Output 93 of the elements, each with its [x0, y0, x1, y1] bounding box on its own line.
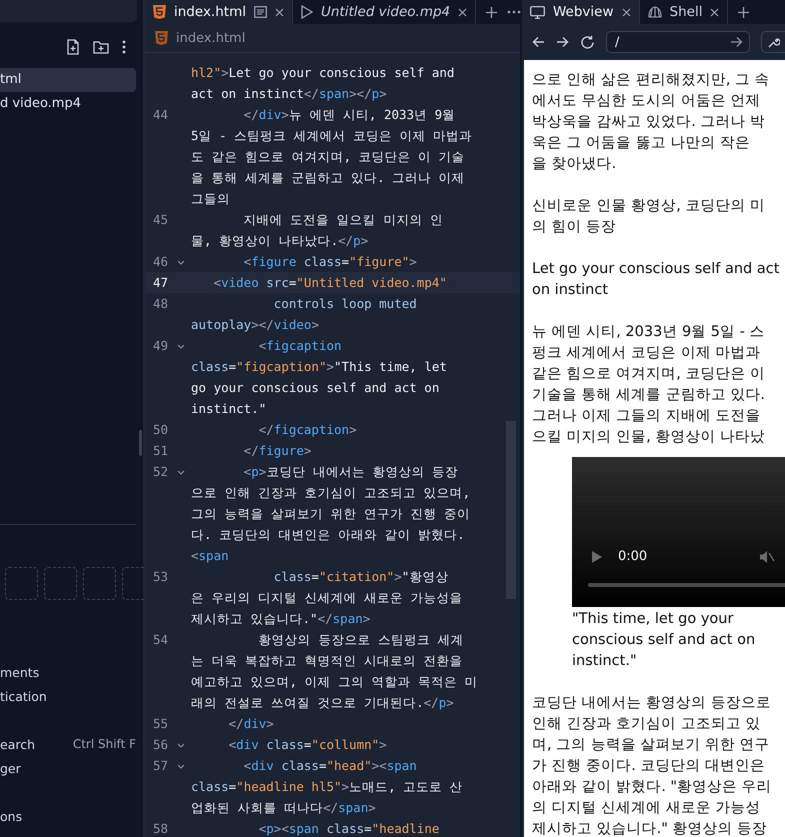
code-line: 5일 - 스팀펑크 세계에서 코딩은 이제 마법과 [191, 127, 474, 145]
panel-tab[interactable]: Shell [640, 0, 728, 24]
paragraph-line: 제시하고 있습니다." 황영상의 등장 [532, 820, 768, 837]
code-line: 황영상의 등장으로 스팀펑크 세계 [258, 631, 464, 649]
code-line: 도 같은 힘으로 여겨지며, 코딩단은 이 기술 [191, 148, 466, 166]
code-line: <video src="Untitled video.mp4" [212, 274, 448, 292]
tool-item[interactable]: ons [0, 808, 22, 824]
caption-line: conscious self and act on [572, 631, 756, 650]
code-line: </figcaption> [258, 421, 358, 439]
tool-item[interactable]: earch [0, 736, 36, 752]
panel-tab[interactable]: Webview [522, 0, 640, 24]
paragraph-line: 박상욱을 감싸고 있었다. 그러나 박 [532, 113, 766, 132]
video-time: 0:00 [618, 549, 648, 564]
file-item[interactable]: tml [0, 68, 136, 92]
code-line: </div> [228, 715, 275, 733]
line-number: 52 [153, 463, 170, 481]
paragraph-line: on instinct [532, 281, 610, 300]
breadcrumb[interactable]: index.html [176, 30, 246, 46]
paragraph-line: 코딩단 내에서는 황영상의 등장으로 [532, 694, 772, 713]
code-line: <figure class="figure"> [242, 253, 418, 271]
code-line: 예고하고 있으며, 이제 그의 역할과 목적은 미 [191, 673, 479, 691]
code-line: 그의 능력을 살펴보기 위한 연구가 진행 중이 [191, 505, 472, 523]
code-line: 지배에 도전을 일으킬 미지의 인 [242, 211, 444, 229]
line-number: 53 [153, 568, 170, 586]
code-line: go your conscious self and act on [191, 379, 440, 397]
code-line: 는 더욱 복잡하고 혁명적인 시대로의 전환을 [191, 652, 464, 670]
paragraph-line: 인해 긴장과 호기심이 고조되고 있 [532, 715, 762, 734]
paragraph-line: 으로 인해 삶은 편리해졌지만, 그 속 [532, 71, 771, 90]
paragraph-line: 펑크 세계에서 코딩은 이제 마법과 [532, 344, 762, 363]
paragraph-line: 그러나 이제 그들의 지배에 도전을 [532, 407, 762, 426]
line-number: 48 [153, 295, 170, 313]
paragraph-line: 가 진행 중이다. 코딩단의 대변인은 [532, 757, 766, 776]
code-line: <div class="collumn"> [228, 736, 388, 754]
code-line: class="headline hl5">노매드, 고도로 산 [191, 778, 464, 796]
code-line: 은 우리의 디지털 신세계에 새로운 가능성을 [191, 589, 464, 607]
code-line: 다. 코딩단의 대변인은 아래와 같이 밝혔다. [191, 526, 466, 544]
line-number: 45 [153, 211, 170, 229]
code-line: instinct." [191, 400, 268, 418]
caption-line: instinct." [572, 652, 638, 671]
code-line: </div>뉴 에덴 시티, 2033년 9월 [242, 106, 456, 124]
paragraph-line: 으킬 미지의 인물, 황영상이 나타났 [532, 428, 766, 447]
code-line: 래의 전설로 쓰여질 것으로 기대된다.</p> [191, 694, 455, 712]
code-line: class="figcaption">"This time, let [191, 358, 448, 376]
line-number: 49 [153, 337, 170, 355]
code-line: 그들의 [191, 190, 231, 208]
code-line: <figcaption [258, 337, 343, 355]
editor-tab[interactable]: Untitled video.mp4 [292, 0, 476, 24]
paragraph-line: 같은 힘으로 여겨지며, 코딩단은 이 [532, 365, 766, 384]
code-line: 제시하고 있습니다."</span> [191, 610, 372, 628]
line-number: 44 [153, 106, 170, 124]
line-number: 46 [153, 253, 170, 271]
code-line: autoplay></video> [191, 316, 320, 334]
paragraph-line: 기술을 통해 세계를 군림하고 있다. [532, 386, 766, 405]
code-line: 업화된 사회를 떠나다</span> [191, 799, 377, 817]
shortcut-label: Ctrl Shift F [72, 737, 136, 751]
line-number: 58 [153, 820, 170, 837]
file-item[interactable]: d video.mp4 [0, 92, 136, 116]
code-line: act on instinct</span></p> [191, 85, 388, 103]
editor-tab[interactable]: index.html [145, 0, 293, 24]
video-player[interactable]: 0:00 [572, 457, 785, 607]
paragraph-line: 의 디지털 신세계에 새로운 가능성 [532, 799, 762, 818]
code-line: 을 통해 세계를 군림하고 있다. 그러나 이제 [191, 169, 466, 187]
code-line: </figure> [242, 442, 312, 460]
tool-item[interactable]: ments [0, 664, 40, 680]
code-line: <p>코딩단 내에서는 황영상의 등장 [242, 463, 459, 481]
tool-item[interactable]: tication [0, 688, 47, 704]
code-line: controls loop muted [272, 295, 418, 313]
paragraph-line: 의 힘이 등장 [532, 218, 618, 237]
paragraph-line: 에서도 무심한 도시의 어둠은 언제 [532, 92, 762, 111]
paragraph-line: 신비로운 인물 황영상, 코딩단의 미 [532, 197, 766, 216]
tool-item[interactable]: ger [0, 760, 21, 776]
code-line: <span [191, 547, 230, 565]
caption-line: "This time, let go your [572, 610, 734, 629]
paragraph-line: Let go your conscious self and act [532, 260, 780, 279]
url-field[interactable]: / [606, 31, 750, 53]
paragraph-line: 며, 그의 능력을 살펴보기 위한 연구 [532, 736, 771, 755]
line-number: 54 [153, 631, 170, 649]
code-line: hl2">Let go your conscious self and [191, 64, 456, 82]
paragraph-line: 을 찾아냈다. [532, 155, 618, 174]
line-number: 47 [153, 274, 170, 292]
paragraph-line: 아래와 같이 밝혔다. "황영상은 우리 [532, 778, 773, 797]
code-line: <p><span class="headline [258, 820, 440, 837]
line-number: 55 [153, 715, 170, 733]
code-line: 물, 황영상이 나타났다.</p> [191, 232, 370, 250]
paragraph-line: 뉴 에덴 시티, 2033년 9월 5일 - 스 [532, 323, 766, 342]
line-number: 51 [153, 442, 170, 460]
code-line: class="citation">"황영상 [272, 568, 450, 586]
paragraph-line: 욱은 그 어둠을 뚫고 나만의 작은 [532, 134, 752, 153]
code-line: 으로 인해 긴장과 호기심이 고조되고 있으며, [191, 484, 472, 502]
line-number: 57 [153, 757, 170, 775]
line-number: 56 [153, 736, 170, 754]
code-line: <div class="head"><span [242, 757, 418, 775]
line-number: 50 [153, 421, 170, 439]
